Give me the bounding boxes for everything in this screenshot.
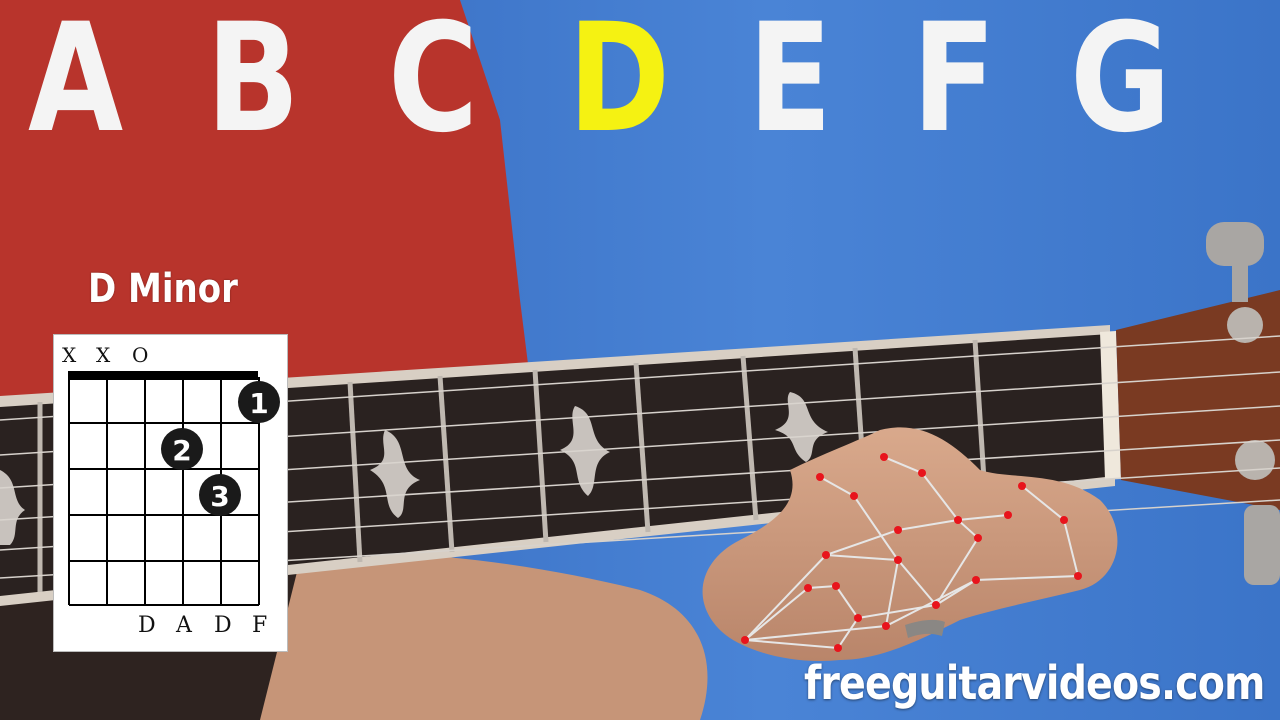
finger-dot-1: 1 <box>238 381 280 423</box>
string-note: F <box>252 613 268 638</box>
note-letter-f: F <box>912 0 996 166</box>
note-letter-g: G <box>1070 0 1171 166</box>
site-watermark: freeguitarvideos.com <box>804 656 1265 710</box>
string-note: A <box>176 613 192 638</box>
svg-text:3: 3 <box>210 480 229 513</box>
string-note: D <box>138 613 156 638</box>
note-letter-a: A <box>28 0 123 166</box>
svg-text:1: 1 <box>249 387 268 420</box>
note-letter-d: D <box>568 0 670 166</box>
chord-diagram: X X O 1 2 3 D A D F <box>53 334 288 652</box>
svg-text:2: 2 <box>172 434 191 467</box>
chord-name: D Minor <box>88 266 238 312</box>
note-letter-c: C <box>388 0 478 166</box>
note-letter-b: B <box>206 0 300 166</box>
finger-dot-3: 3 <box>199 474 241 516</box>
note-letter-e: E <box>748 0 832 166</box>
string-note: D <box>214 613 232 638</box>
finger-dot-2: 2 <box>161 428 203 470</box>
nut <box>68 371 258 380</box>
